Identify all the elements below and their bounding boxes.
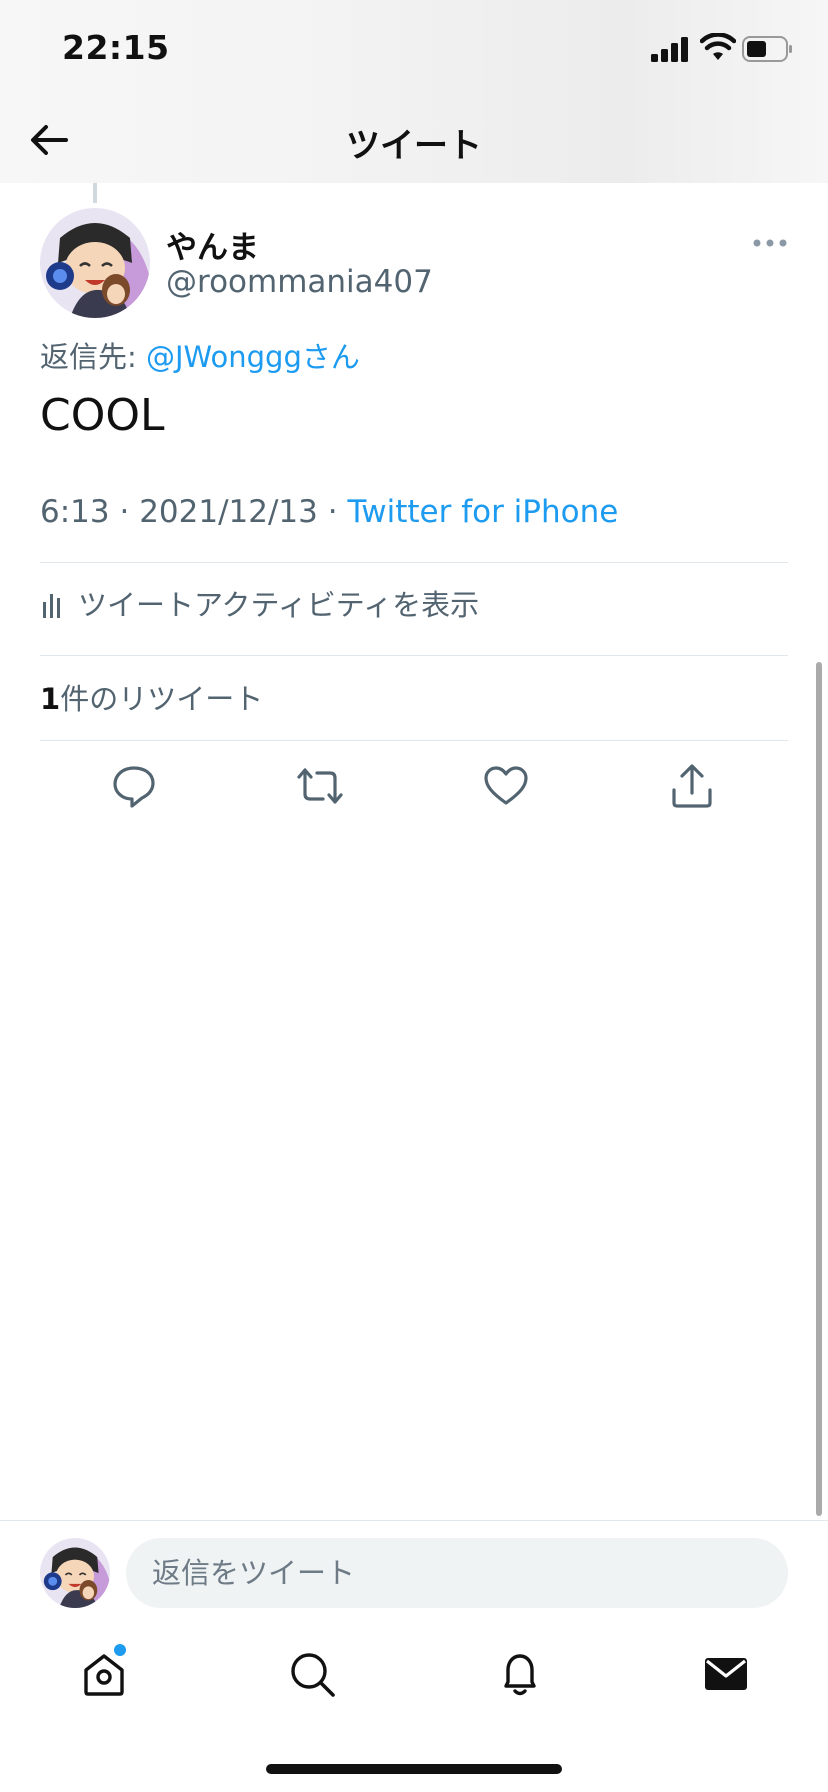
status-time: 22:15 (62, 28, 170, 67)
activity-label: ツイートアクティビティを表示 (78, 588, 480, 622)
new-content-dot (114, 1644, 126, 1656)
search-icon[interactable] (288, 1650, 336, 1698)
avatar-image (40, 208, 150, 318)
own-avatar (40, 1538, 110, 1608)
tweet-time: 6:13 (40, 494, 110, 530)
retweet-count: 1 (40, 682, 61, 716)
tweet-source-link[interactable]: Twitter for iPhone (347, 494, 618, 530)
thread-connector-line (93, 183, 97, 203)
analytics-icon (43, 594, 60, 618)
share-icon[interactable] (668, 762, 716, 810)
battery-icon (742, 36, 792, 62)
tweet-date: 2021/12/13 (139, 494, 318, 530)
display-name[interactable]: やんま (166, 222, 259, 267)
wifi-icon (700, 33, 736, 60)
reply-mention-suffix[interactable]: さん (302, 340, 360, 374)
reply-icon[interactable] (110, 762, 158, 810)
scrollbar[interactable] (816, 662, 822, 1516)
meta-separator: · (109, 494, 140, 530)
avatar-image (40, 1538, 110, 1608)
tweet-text: COOL (40, 390, 165, 441)
view-tweet-activity[interactable]: ツイートアクティビティを表示 (40, 582, 479, 624)
retweet-count-label: 件のリツイート (60, 682, 264, 716)
divider (40, 655, 788, 656)
cellular-signal-icon (651, 37, 688, 62)
tweet-metadata: 6:13 · 2021/12/13 · Twitter for iPhone (40, 494, 618, 530)
like-heart-icon[interactable] (482, 762, 530, 810)
home-indicator (266, 1764, 562, 1774)
mail-icon[interactable] (702, 1650, 750, 1698)
divider (0, 1520, 828, 1521)
bell-icon[interactable] (496, 1650, 544, 1698)
reply-to-line: 返信先: @JWongggさん (40, 334, 360, 376)
user-handle[interactable]: @roommania407 (166, 264, 433, 300)
retweet-count-row[interactable]: 1件のリツイート (40, 676, 263, 718)
meta-separator: · (317, 494, 348, 530)
page-title: ツイート (346, 126, 482, 166)
divider (40, 562, 788, 563)
reply-input[interactable] (126, 1538, 788, 1608)
avatar[interactable] (40, 208, 150, 318)
reply-mention-link[interactable]: @JWonggg (146, 340, 302, 374)
more-options-icon[interactable] (752, 238, 788, 248)
home-icon[interactable] (80, 1650, 128, 1698)
retweet-icon[interactable] (296, 762, 344, 810)
reply-to-prefix: 返信先: (40, 340, 146, 374)
divider (40, 740, 788, 741)
